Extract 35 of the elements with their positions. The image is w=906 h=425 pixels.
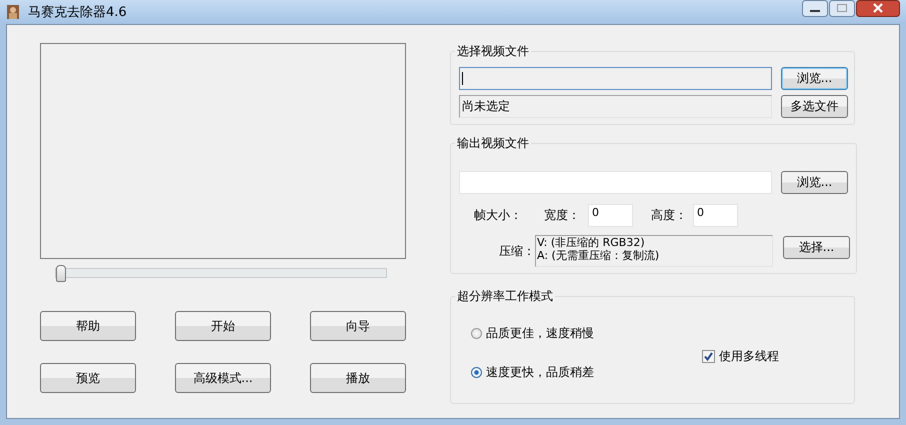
multi-select-button[interactable]: 多选文件	[781, 95, 848, 118]
radio-button[interactable]	[471, 367, 482, 378]
radio-label[interactable]: 品质更佳，速度稍慢	[486, 325, 594, 342]
select-button[interactable]: 选择...	[783, 236, 850, 259]
radio-label[interactable]: 速度更快，品质稍差	[486, 364, 594, 381]
compression-text: A: (无需重压缩：复制流)	[537, 249, 660, 262]
status-field: 尚未选定	[459, 95, 772, 118]
window-title: 马赛克去除器4.6	[28, 4, 127, 21]
width-field[interactable]: 0	[588, 204, 633, 227]
action-button[interactable]: 开始	[175, 311, 271, 341]
action-button[interactable]: 向导	[310, 311, 406, 341]
browse-button[interactable]: 浏览...	[781, 67, 848, 90]
checkbox-label[interactable]: 使用多线程	[719, 348, 779, 365]
output-file-field[interactable]	[459, 171, 772, 194]
height-field[interactable]: 0	[693, 204, 738, 227]
group-title: 超分辨率工作模式	[456, 288, 554, 305]
radio-button[interactable]	[471, 328, 482, 339]
slider-thumb[interactable]	[56, 265, 66, 282]
app-icon	[6, 4, 20, 20]
checkbox[interactable]	[702, 350, 715, 363]
group-title: 选择视频文件	[456, 43, 530, 60]
width-label: 宽度：	[544, 207, 581, 224]
group-title: 输出视频文件	[456, 135, 530, 152]
compression-text: V: (非压缩的 RGB32)	[537, 236, 646, 249]
close-icon[interactable]	[856, 0, 900, 17]
action-button[interactable]: 帮助	[40, 311, 136, 341]
height-label: 高度：	[651, 207, 688, 224]
action-button[interactable]: 高级模式...	[175, 363, 271, 393]
frame-size-label: 帧大小：	[474, 207, 523, 224]
compression-label: 压缩：	[498, 243, 535, 260]
action-button[interactable]: 播放	[310, 363, 406, 393]
browse-button[interactable]: 浏览...	[781, 171, 848, 194]
action-button[interactable]: 预览	[40, 363, 136, 393]
minimize-icon[interactable]	[802, 0, 828, 17]
input-file-field[interactable]	[459, 67, 772, 90]
